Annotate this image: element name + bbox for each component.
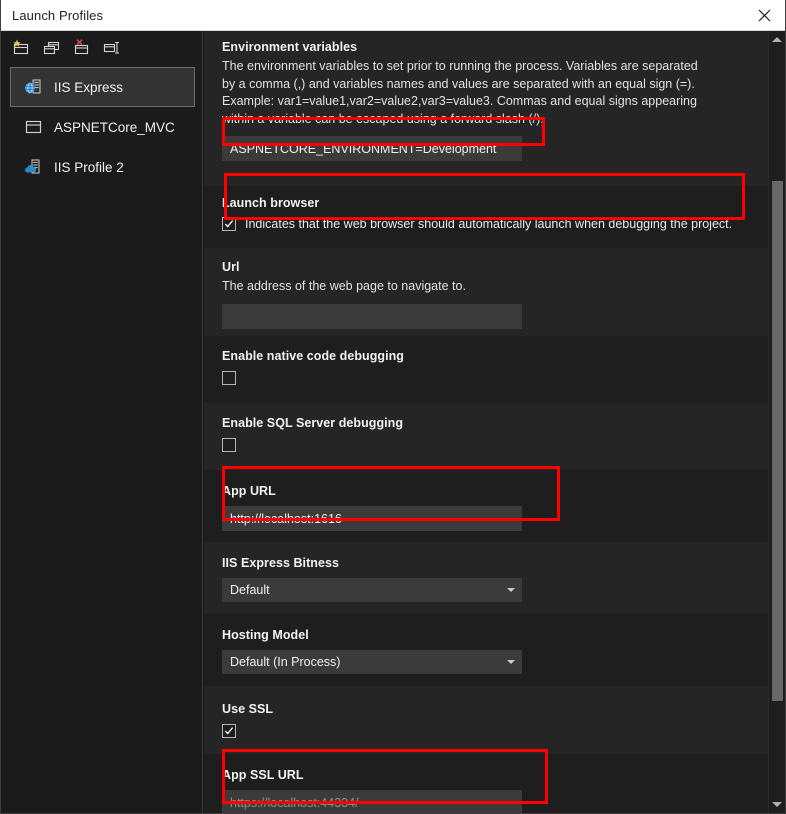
launch-browser-checkbox[interactable] <box>222 217 236 231</box>
close-icon <box>758 9 771 22</box>
use-ssl-label: Use SSL <box>222 702 769 716</box>
chevron-down-icon <box>507 660 515 664</box>
section-app-url: App URL http://localhost:1616 <box>204 470 769 542</box>
settings-content: Environment variables The environment va… <box>204 31 769 813</box>
environment-variables-description: The environment variables to set prior t… <box>222 58 712 128</box>
section-launch-browser: Launch browser Indicates that the web br… <box>204 186 769 248</box>
scrollbar-thumb[interactable] <box>772 181 783 701</box>
iis-cloud-icon <box>23 157 43 177</box>
new-profile-icon <box>12 39 31 56</box>
titlebar: Launch Profiles <box>1 0 786 31</box>
hosting-model-label: Hosting Model <box>222 628 769 642</box>
section-use-ssl: Use SSL <box>204 686 769 754</box>
url-description: The address of the web page to navigate … <box>222 278 712 296</box>
launch-browser-checkbox-label: Indicates that the web browser should au… <box>245 217 732 231</box>
profile-label: IIS Express <box>54 80 123 95</box>
bitness-label: IIS Express Bitness <box>222 556 769 570</box>
environment-variables-input[interactable]: ASPNETCORE_ENVIRONMENT=Development <box>222 136 522 161</box>
sql-debug-label: Enable SQL Server debugging <box>222 416 769 430</box>
app-url-input[interactable]: http://localhost:1616 <box>222 506 522 531</box>
section-iis-express-bitness: IIS Express Bitness Default <box>204 542 769 614</box>
profile-item-iis-express[interactable]: IIS Express <box>10 67 195 107</box>
section-hosting-model: Hosting Model Default (In Process) <box>204 614 769 686</box>
profiles-panel: IIS Express ASPNETCore_MVC <box>2 31 203 813</box>
scroll-up-arrow-icon <box>772 37 782 42</box>
section-native-code-debugging: Enable native code debugging <box>204 336 769 403</box>
delete-profile-button[interactable] <box>68 35 94 60</box>
duplicate-profile-button[interactable] <box>38 35 64 60</box>
close-button[interactable] <box>741 0 786 31</box>
checkmark-icon <box>224 219 234 229</box>
app-ssl-url-label: App SSL URL <box>222 768 769 782</box>
launch-profiles-dialog: Launch Profiles <box>0 0 786 814</box>
window-icon <box>23 117 43 137</box>
chevron-down-icon <box>507 588 515 592</box>
section-environment-variables: Environment variables The environment va… <box>204 31 769 186</box>
profiles-toolbar <box>2 31 203 64</box>
scroll-down-arrow-icon <box>772 802 782 807</box>
sql-debug-checkbox[interactable] <box>222 438 236 452</box>
use-ssl-checkbox[interactable] <box>222 724 236 738</box>
section-url: Url The address of the web page to navig… <box>204 248 769 336</box>
profile-item-iis-profile-2[interactable]: IIS Profile 2 <box>10 147 195 187</box>
vertical-scrollbar[interactable] <box>768 31 785 813</box>
environment-variables-label: Environment variables <box>222 40 769 54</box>
scroll-down-button[interactable] <box>769 796 785 813</box>
url-label: Url <box>222 260 769 274</box>
bitness-dropdown[interactable]: Default <box>222 578 522 602</box>
hosting-model-value: Default (In Process) <box>230 655 507 669</box>
native-debug-checkbox[interactable] <box>222 371 236 385</box>
checkmark-icon <box>224 726 234 736</box>
profile-label: ASPNETCore_MVC <box>54 120 175 135</box>
section-app-ssl-url: App SSL URL https://localhost:44334/ <box>204 754 769 813</box>
window-title: Launch Profiles <box>12 8 103 23</box>
settings-panel: Environment variables The environment va… <box>204 31 786 813</box>
bitness-value: Default <box>230 583 507 597</box>
profile-item-aspnetcore-mvc[interactable]: ASPNETCore_MVC <box>10 107 195 147</box>
scroll-up-button[interactable] <box>769 31 785 48</box>
native-debug-label: Enable native code debugging <box>222 349 769 363</box>
duplicate-profile-icon <box>42 39 61 56</box>
new-profile-button[interactable] <box>8 35 34 60</box>
launch-browser-checkbox-row: Indicates that the web browser should au… <box>222 217 769 231</box>
rename-profile-icon <box>102 39 121 56</box>
rename-profile-button[interactable] <box>98 35 124 60</box>
launch-browser-label: Launch browser <box>222 196 769 210</box>
profile-label: IIS Profile 2 <box>54 160 124 175</box>
app-url-label: App URL <box>222 484 769 498</box>
url-input[interactable] <box>222 304 522 329</box>
section-sql-server-debugging: Enable SQL Server debugging <box>204 403 769 470</box>
profile-list: IIS Express ASPNETCore_MVC <box>2 67 203 187</box>
delete-profile-icon <box>72 39 91 56</box>
app-ssl-url-input[interactable]: https://localhost:44334/ <box>222 790 522 813</box>
hosting-model-dropdown[interactable]: Default (In Process) <box>222 650 522 674</box>
iis-express-icon <box>23 77 43 97</box>
